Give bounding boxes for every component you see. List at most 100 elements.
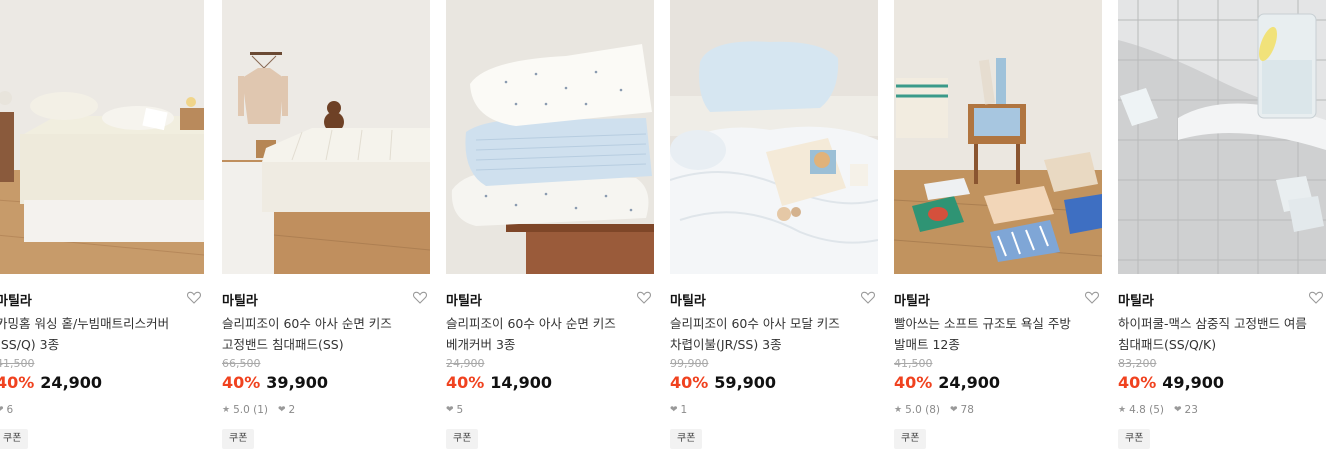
brand-name[interactable]: 마틸라 xyxy=(446,290,482,309)
product-image[interactable] xyxy=(894,0,1102,274)
coupon-badge: 쿠폰 xyxy=(1118,429,1151,449)
discount-rate: 40% xyxy=(222,373,261,392)
product-title-line2[interactable]: 침대패드(SS/Q/K) xyxy=(1118,334,1326,355)
heart-small-icon: ❤ xyxy=(278,405,286,415)
discount-rate: 40% xyxy=(446,373,485,392)
price-row: 40% 14,900 xyxy=(446,373,552,392)
product-card[interactable]: 마틸라 슬리피조이 60수 아사 순면 키즈 고정밴드 침대패드(SS) 66,… xyxy=(222,0,430,461)
wishlist-heart-icon[interactable] xyxy=(186,289,202,305)
product-title[interactable]: 슬리피조이 60수 아사 순면 키즈 고정밴드 침대패드(SS) xyxy=(222,313,430,355)
review-meta: ★ 5.0 (1) ❤ 2 xyxy=(222,404,305,416)
brand-name[interactable]: 마틸라 xyxy=(1118,290,1154,309)
brand-name[interactable]: 마틸라 xyxy=(670,290,706,309)
product-image[interactable] xyxy=(0,0,204,274)
product-title-line2[interactable]: 베개커버 3종 xyxy=(446,334,654,355)
brand-name[interactable]: 마틸라 xyxy=(894,290,930,309)
review-meta: ❤ 5 xyxy=(446,404,473,416)
review-meta: ★ 5.0 (8) ❤ 78 xyxy=(894,404,984,416)
product-title[interactable]: 슬리피조이 60수 아사 모달 키즈 차렵이불(JR/SS) 3종 xyxy=(670,313,878,355)
product-photo xyxy=(670,0,878,274)
rating-value: 4.8 (5) xyxy=(1129,404,1164,416)
sale-price: 59,900 xyxy=(714,373,777,392)
brand-name[interactable]: 마틸라 xyxy=(222,290,258,309)
like-count: ❤ 5 xyxy=(446,404,463,416)
like-count: ❤ 78 xyxy=(950,404,974,416)
heart-small-icon: ❤ xyxy=(1174,405,1182,415)
product-title[interactable]: 슬리피조이 60수 아사 순면 키즈 베개커버 3종 xyxy=(446,313,654,355)
discount-rate: 40% xyxy=(0,373,35,392)
product-card[interactable]: 마틸라 카밍홈 워싱 홑/누빔매트리스커버 (SS/Q) 3종 41,500 4… xyxy=(0,0,204,461)
review-meta: ❤ 1 xyxy=(670,404,697,416)
product-photo xyxy=(1118,0,1326,274)
product-title-line1[interactable]: 슬리피조이 60수 아사 순면 키즈 xyxy=(222,313,430,334)
product-photo xyxy=(0,0,204,274)
sale-price: 24,900 xyxy=(938,373,1001,392)
product-photo xyxy=(894,0,1102,274)
coupon-badge: 쿠폰 xyxy=(446,429,479,449)
product-title[interactable]: 빨아쓰는 소프트 규조토 욕실 주방 발매트 12종 xyxy=(894,313,1102,355)
product-image[interactable] xyxy=(670,0,878,274)
product-image[interactable] xyxy=(446,0,654,274)
like-count-value: 6 xyxy=(6,404,14,416)
review-meta: ❤6 xyxy=(0,404,23,416)
like-count-value: 23 xyxy=(1184,404,1198,416)
product-image[interactable] xyxy=(1118,0,1326,274)
coupon-badge: 쿠폰 xyxy=(222,429,255,449)
product-title-line2[interactable]: 차렵이불(JR/SS) 3종 xyxy=(670,334,878,355)
product-title-line2[interactable]: (SS/Q) 3종 xyxy=(0,334,204,355)
rating-value: 5.0 (1) xyxy=(233,404,268,416)
product-title-line1[interactable]: 슬리피조이 60수 아사 모달 키즈 xyxy=(670,313,878,334)
discount-rate: 40% xyxy=(670,373,709,392)
wishlist-heart-icon[interactable] xyxy=(1308,289,1324,305)
product-title-line1[interactable]: 카밍홈 워싱 홑/누빔매트리스커버 xyxy=(0,313,204,334)
price-row: 40% 39,900 xyxy=(222,373,328,392)
product-title-line1[interactable]: 빨아쓰는 소프트 규조토 욕실 주방 xyxy=(894,313,1102,334)
brand-name[interactable]: 마틸라 xyxy=(0,290,32,309)
star-icon: ★ xyxy=(1118,405,1127,415)
rating-value: 5.0 (8) xyxy=(905,404,940,416)
product-title-line1[interactable]: 슬리피조이 60수 아사 순면 키즈 xyxy=(446,313,654,334)
star-icon: ★ xyxy=(222,405,231,415)
heart-small-icon: ❤ xyxy=(446,405,454,415)
product-title-line2[interactable]: 고정밴드 침대패드(SS) xyxy=(222,334,430,355)
product-title-line1[interactable]: 하이퍼쿨-맥스 삼중직 고정밴드 여름 xyxy=(1118,313,1326,334)
product-card[interactable]: 마틸라 빨아쓰는 소프트 규조토 욕실 주방 발매트 12종 41,500 40… xyxy=(894,0,1102,461)
product-card[interactable]: 마틸라 슬리피조이 60수 아사 모달 키즈 차렵이불(JR/SS) 3종 99… xyxy=(670,0,878,461)
original-price: 66,500 xyxy=(222,357,261,370)
wishlist-heart-icon[interactable] xyxy=(412,289,428,305)
wishlist-heart-icon[interactable] xyxy=(636,289,652,305)
heart-small-icon: ❤ xyxy=(0,405,4,415)
product-title[interactable]: 하이퍼쿨-맥스 삼중직 고정밴드 여름 침대패드(SS/Q/K) xyxy=(1118,313,1326,355)
like-count: ❤ 23 xyxy=(1174,404,1198,416)
wishlist-heart-icon[interactable] xyxy=(1084,289,1100,305)
coupon-badge: 쿠폰 xyxy=(894,429,927,449)
discount-rate: 40% xyxy=(1118,373,1157,392)
like-count-value: 5 xyxy=(456,404,464,416)
like-count: ❤ 2 xyxy=(278,404,295,416)
price-row: 40% 59,900 xyxy=(670,373,776,392)
sale-price: 39,900 xyxy=(266,373,329,392)
coupon-badge: 쿠폰 xyxy=(0,429,29,449)
product-card[interactable]: 마틸라 슬리피조이 60수 아사 순면 키즈 베개커버 3종 24,900 40… xyxy=(446,0,654,461)
wishlist-heart-icon[interactable] xyxy=(860,289,876,305)
like-count-value: 78 xyxy=(960,404,974,416)
product-photo xyxy=(446,0,654,274)
price-row: 40% 24,900 xyxy=(894,373,1000,392)
price-row: 40% 24,900 xyxy=(0,373,102,392)
original-price: 99,900 xyxy=(670,357,709,370)
coupon-badge: 쿠폰 xyxy=(670,429,703,449)
product-title-line2[interactable]: 발매트 12종 xyxy=(894,334,1102,355)
heart-small-icon: ❤ xyxy=(670,405,678,415)
rating: ★ 4.8 (5) xyxy=(1118,404,1164,416)
rating: ★ 5.0 (1) xyxy=(222,404,268,416)
review-meta: ★ 4.8 (5) ❤ 23 xyxy=(1118,404,1208,416)
heart-small-icon: ❤ xyxy=(950,405,958,415)
product-card[interactable]: 마틸라 하이퍼쿨-맥스 삼중직 고정밴드 여름 침대패드(SS/Q/K) 83,… xyxy=(1118,0,1326,461)
price-row: 40% 49,900 xyxy=(1118,373,1224,392)
sale-price: 24,900 xyxy=(40,373,103,392)
sale-price: 49,900 xyxy=(1162,373,1225,392)
product-image[interactable] xyxy=(222,0,430,274)
like-count: ❤ 1 xyxy=(670,404,687,416)
product-title[interactable]: 카밍홈 워싱 홑/누빔매트리스커버 (SS/Q) 3종 xyxy=(0,313,204,355)
discount-rate: 40% xyxy=(894,373,933,392)
